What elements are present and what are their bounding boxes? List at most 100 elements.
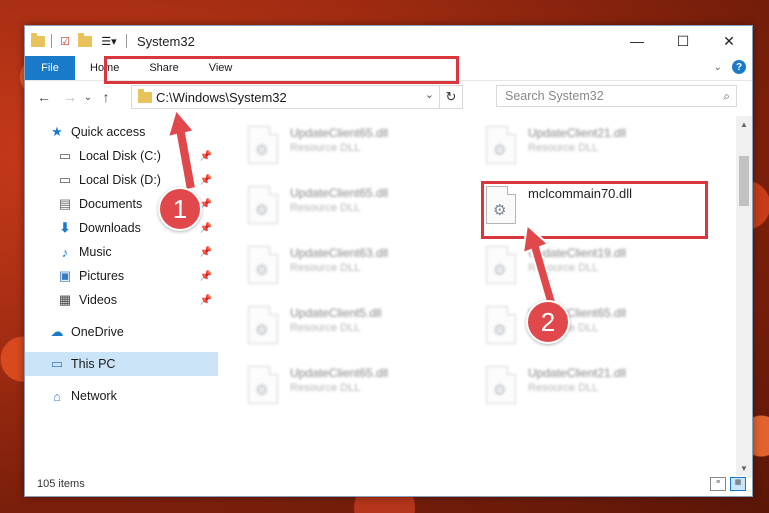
dll-file-icon: ⚙ xyxy=(486,306,516,344)
properties-icon[interactable]: ☑ xyxy=(58,34,72,48)
chevron-down-icon[interactable]: ⌄ xyxy=(425,88,434,101)
file-type: Resource DLL xyxy=(290,322,361,334)
view-switcher: ≡ ▦ xyxy=(710,477,746,491)
ribbon-right: ⌄ ? xyxy=(714,60,746,74)
status-bar: 105 items ≡ ▦ xyxy=(25,472,752,496)
sidebar-item-label: Downloads xyxy=(79,221,141,235)
address-text: C:\Windows\System32 xyxy=(156,89,287,105)
vertical-scrollbar[interactable]: ▲ ▼ xyxy=(736,116,752,476)
folder-icon xyxy=(138,89,152,106)
sidebar-item-network[interactable]: ⌂ Network xyxy=(25,384,218,408)
sidebar-item-label: This PC xyxy=(71,357,116,371)
file-item[interactable]: ⚙ UpdateClient63.dll Resource DLL xyxy=(230,240,450,296)
expand-ribbon-icon[interactable]: ⌄ xyxy=(714,62,722,73)
tab-file[interactable]: File xyxy=(25,56,75,80)
sidebar-item-music[interactable]: ♪ Music 📌 xyxy=(25,240,218,264)
pin-icon[interactable]: 📌 xyxy=(200,271,212,282)
sidebar-item-label: Network xyxy=(71,389,117,403)
sidebar-item-quick-access[interactable]: ★ Quick access xyxy=(25,120,218,144)
file-item[interactable]: ⚙ UpdateClient21.dll Resource DLL xyxy=(468,120,688,176)
search-input[interactable]: Search System32 ⌕ xyxy=(496,85,737,107)
file-item[interactable]: ⚙ UpdateClient19.dll Resource DLL xyxy=(468,240,688,296)
minimize-button[interactable]: — xyxy=(614,26,660,56)
file-name: UpdateClient19.dll xyxy=(528,246,627,260)
pictures-icon: ▣ xyxy=(58,268,72,283)
sidebar-item-label: Quick access xyxy=(71,125,146,139)
sidebar-item-local-disk-c[interactable]: ▭ Local Disk (C:) 📌 xyxy=(25,144,218,168)
separator xyxy=(51,34,52,48)
dll-file-icon: ⚙ xyxy=(248,306,278,344)
downloads-icon: ⬇ xyxy=(59,220,71,235)
close-button[interactable]: ✕ xyxy=(706,26,752,56)
sidebar-item-label: Local Disk (D:) xyxy=(79,173,161,187)
sidebar-item-pictures[interactable]: ▣ Pictures 📌 xyxy=(25,264,218,288)
address-bar[interactable]: C:\Windows\System32 ⌄ ↻ xyxy=(131,85,463,109)
navigation-pane: ★ Quick access ▭ Local Disk (C:) 📌 ▭ Loc… xyxy=(25,116,220,476)
file-name: UpdateClient65.dll xyxy=(290,186,389,200)
cloud-icon: ☁ xyxy=(50,324,64,339)
file-type: Resource DLL xyxy=(290,262,361,274)
sidebar-item-label: OneDrive xyxy=(71,325,124,339)
computer-icon: ▭ xyxy=(50,356,64,371)
callout-step-2: 2 xyxy=(526,300,570,344)
drive-icon: ▭ xyxy=(58,172,72,187)
refresh-icon[interactable]: ↻ xyxy=(439,86,462,108)
back-button[interactable]: ← xyxy=(33,86,55,108)
forward-button[interactable]: → xyxy=(59,86,81,108)
file-item[interactable]: ⚙ UpdateClient65.dll Resource DLL xyxy=(230,180,450,236)
star-icon: ★ xyxy=(51,124,63,139)
file-item[interactable]: ⚙ UpdateClient21.dll Resource DLL xyxy=(468,360,688,416)
file-list: ⚙ UpdateClient65.dll Resource DLL ⚙ Upda… xyxy=(230,116,738,476)
dll-file-icon: ⚙ xyxy=(248,126,278,164)
dll-file-icon: ⚙ xyxy=(486,366,516,404)
file-item[interactable]: ⚙ UpdateClient5.dll Resource DLL xyxy=(230,300,450,356)
file-name: UpdateClient5.dll xyxy=(290,306,382,320)
file-type: Resource DLL xyxy=(290,142,361,154)
file-name: UpdateClient21.dll xyxy=(528,126,627,140)
sidebar-item-onedrive[interactable]: ☁ OneDrive xyxy=(25,320,218,344)
customize-toolbar-icon[interactable]: ☰▾ xyxy=(98,34,120,48)
file-type: Resource DLL xyxy=(290,382,361,394)
documents-icon: ▤ xyxy=(58,196,72,211)
window-title: System32 xyxy=(137,33,195,49)
file-highlight-box xyxy=(481,181,708,239)
file-item[interactable]: ⚙ UpdateClient65.dll Resource DLL xyxy=(230,360,450,416)
separator xyxy=(126,34,127,48)
file-name: UpdateClient65.dll xyxy=(290,126,389,140)
dll-file-icon: ⚙ xyxy=(486,126,516,164)
sidebar-item-this-pc[interactable]: ▭ This PC xyxy=(25,352,218,376)
help-icon[interactable]: ? xyxy=(732,60,746,74)
videos-icon: ▦ xyxy=(58,292,72,307)
pin-icon[interactable]: 📌 xyxy=(200,175,212,186)
maximize-button[interactable]: ☐ xyxy=(660,26,706,56)
file-name: UpdateClient65.dll xyxy=(290,366,389,380)
file-name: UpdateClient63.dll xyxy=(290,246,389,260)
sidebar-item-videos[interactable]: ▦ Videos 📌 xyxy=(25,288,218,312)
search-icon[interactable]: ⌕ xyxy=(723,89,730,104)
file-name: UpdateClient21.dll xyxy=(528,366,627,380)
pin-icon[interactable]: 📌 xyxy=(200,247,212,258)
file-type: Resource DLL xyxy=(528,142,599,154)
item-count: 105 items xyxy=(37,478,85,490)
pin-icon[interactable]: 📌 xyxy=(200,295,212,306)
dll-file-icon: ⚙ xyxy=(248,366,278,404)
sidebar-item-label: Videos xyxy=(79,293,117,307)
pin-icon[interactable]: 📌 xyxy=(200,151,212,162)
details-view-icon[interactable]: ≡ xyxy=(710,477,726,491)
pin-icon[interactable]: 📌 xyxy=(200,223,212,234)
dll-file-icon: ⚙ xyxy=(486,246,516,284)
folder-icon xyxy=(31,32,45,48)
file-item[interactable]: ⚙ UpdateClient65.dll Resource DLL xyxy=(468,300,688,356)
new-folder-icon[interactable] xyxy=(78,32,92,48)
drive-icon: ▭ xyxy=(58,148,72,163)
music-icon: ♪ xyxy=(61,244,69,260)
scroll-thumb[interactable] xyxy=(739,156,749,206)
file-item[interactable]: ⚙ UpdateClient65.dll Resource DLL xyxy=(230,120,450,176)
scroll-up-icon[interactable]: ▲ xyxy=(736,116,752,132)
network-icon: ⌂ xyxy=(53,388,61,404)
tiles-view-icon[interactable]: ▦ xyxy=(730,477,746,491)
sidebar-item-label: Documents xyxy=(79,197,143,211)
recent-locations-button[interactable]: ⌄ xyxy=(81,86,95,108)
up-button[interactable]: ↑ xyxy=(95,86,117,108)
search-placeholder: Search System32 xyxy=(505,89,604,103)
